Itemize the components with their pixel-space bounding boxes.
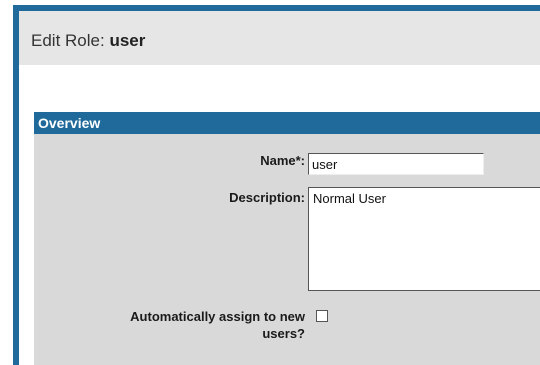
edit-role-window: Edit Role: user Overview Name*: Descript… — [13, 5, 540, 365]
name-label: Name*: — [260, 153, 305, 168]
page-title-role-name: user — [109, 31, 146, 50]
overview-section-header: Overview — [34, 112, 540, 134]
page-title-prefix: Edit Role: — [31, 31, 105, 50]
page-title: Edit Role: user — [31, 31, 145, 51]
auto-assign-label: Automatically assign to new users? — [130, 309, 305, 341]
title-bar: Edit Role: user — [19, 11, 540, 65]
content-area: Overview Name*: Description: Normal User… — [19, 65, 540, 365]
description-textarea[interactable]: Normal User — [308, 187, 540, 291]
name-input[interactable] — [308, 153, 484, 175]
description-label: Description: — [229, 190, 305, 205]
auto-assign-checkbox[interactable] — [316, 310, 328, 322]
edit-role-panel: Edit Role: user Overview Name*: Descript… — [19, 11, 540, 365]
overview-section: Overview Name*: Description: Normal User… — [34, 112, 540, 365]
